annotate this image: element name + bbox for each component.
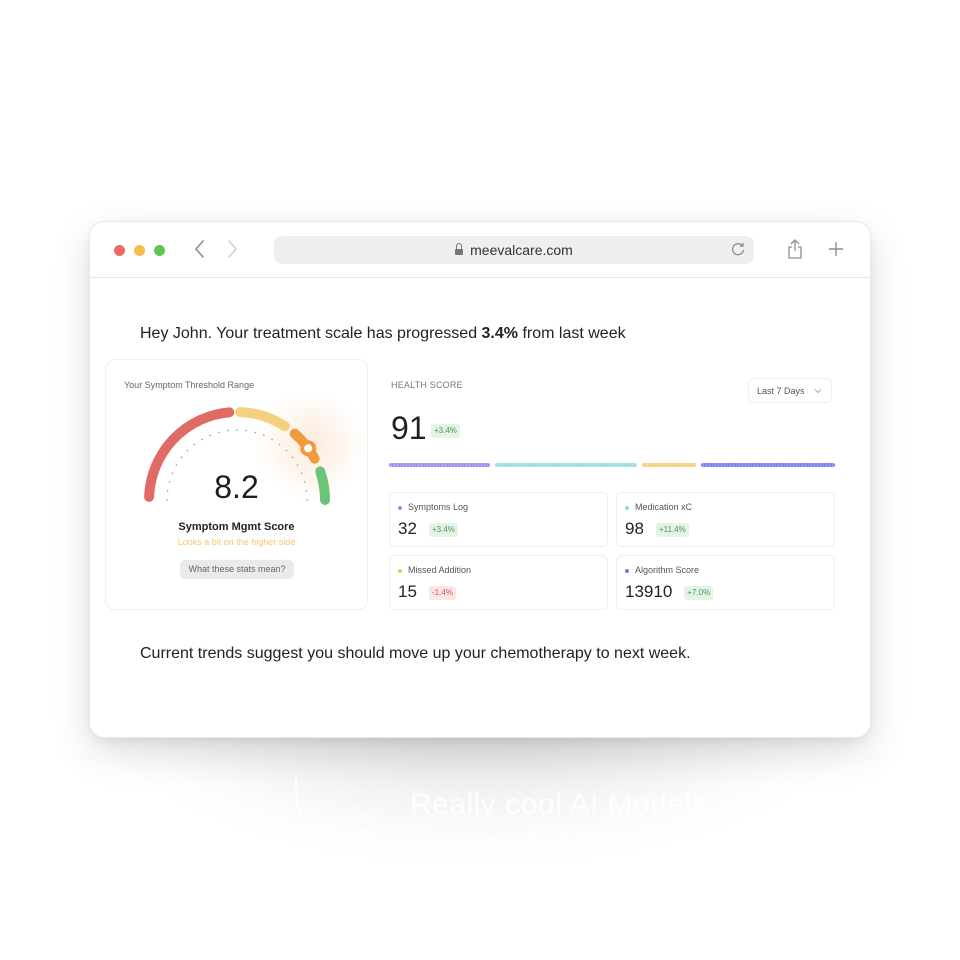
gauge-tick-dot	[227, 429, 229, 432]
gauge-tick-dot	[201, 438, 203, 441]
caption-line-1: Really cool AI Models	[410, 788, 708, 821]
gauge-tick-dot	[186, 449, 189, 452]
forward-icon[interactable]	[226, 239, 238, 263]
date-range-value: Last 7 Days	[757, 386, 805, 396]
gauge-tick-dot	[285, 449, 288, 452]
caption-line-2: working behind the scenes.	[410, 828, 787, 861]
gauge-segment-yellow	[235, 407, 290, 432]
gauge-tick-dot	[296, 464, 299, 466]
health-score-title: HEALTH SCORE	[391, 380, 463, 390]
maximize-window-button[interactable]	[154, 245, 165, 256]
metric-change-badge: +7.0%	[684, 586, 714, 600]
new-tab-icon[interactable]	[828, 241, 844, 262]
symptom-threshold-card: Your Symptom Threshold Range 8.2 Symptom…	[105, 359, 368, 610]
gauge-tick-dot	[193, 443, 196, 446]
metric-value: 13910	[625, 582, 673, 601]
greeting-suffix: from last week	[518, 325, 626, 342]
legend-dot	[398, 569, 402, 573]
gauge-tick-dot	[254, 431, 256, 434]
browser-window: meevalcare.com Hey John. Your treatment …	[90, 222, 870, 737]
stats-explanation-button[interactable]: What these stats mean?	[180, 560, 294, 579]
greeting-highlight: 3.4%	[481, 325, 518, 342]
share-icon[interactable]	[787, 238, 803, 265]
greeting-prefix: Hey John. Your treatment scale has progr…	[140, 325, 482, 342]
gauge-indicator-center	[304, 444, 313, 453]
gauge-tick-dot	[209, 434, 211, 437]
marketing-caption: Really cool AI Models working behind the…	[410, 785, 787, 865]
curved-arrow-icon	[295, 773, 379, 855]
chevron-down-icon	[814, 379, 822, 404]
date-range-dropdown[interactable]: Last 7 Days	[748, 378, 832, 403]
reload-icon[interactable]	[730, 241, 746, 260]
gauge-tick-dot	[175, 464, 178, 466]
symptom-score-label: Symptom Mgmt Score	[178, 521, 295, 533]
score-bar-segment-3	[642, 463, 696, 467]
metric-card-medication[interactable]: Medication xC 98 +11.4%	[616, 492, 835, 547]
gauge-tick-dot	[278, 443, 281, 446]
metric-change-badge: +3.4%	[428, 523, 458, 537]
health-score-change-badge: +3.4%	[431, 424, 460, 438]
metric-card-missed-addition[interactable]: Missed Addition 15 -1.4%	[389, 555, 608, 610]
recommendation-text: Current trends suggest you should move u…	[140, 645, 691, 662]
gauge-tick-dot	[291, 456, 294, 459]
legend-dot	[398, 506, 402, 510]
metric-value: 98	[625, 519, 644, 538]
url-text: meevalcare.com	[470, 242, 573, 258]
close-window-button[interactable]	[114, 245, 125, 256]
metric-value: 15	[398, 582, 417, 601]
gauge-tick-dot	[245, 429, 247, 432]
minimize-window-button[interactable]	[134, 245, 145, 256]
gauge-tick-dot	[263, 434, 265, 437]
address-bar[interactable]: meevalcare.com	[274, 236, 754, 264]
gauge-tick-dot	[236, 429, 238, 431]
greeting-text: Hey John. Your treatment scale has progr…	[140, 325, 626, 343]
symptom-score-value: 8.2	[214, 469, 259, 505]
legend-dot	[625, 506, 629, 510]
browser-toolbar: meevalcare.com	[90, 222, 870, 278]
gauge-tick-dot	[218, 431, 220, 434]
metric-change-badge: +11.4%	[655, 523, 689, 537]
metric-label: Algorithm Score	[635, 565, 700, 575]
metric-card-symptoms-log[interactable]: Symptoms Log 32 +3.4%	[389, 492, 608, 547]
gauge-tick-dot	[180, 456, 183, 459]
score-bar-segment-1	[389, 463, 490, 467]
metric-label: Symptoms Log	[408, 502, 469, 512]
metric-card-algorithm-score[interactable]: Algorithm Score 13910 +7.0%	[616, 555, 835, 610]
metric-change-badge: -1.4%	[428, 586, 456, 600]
metric-value: 32	[398, 519, 417, 538]
legend-dot	[625, 569, 629, 573]
health-score-value: 91	[391, 410, 427, 446]
score-bar-segment-4	[701, 463, 835, 467]
score-bar-segment-2	[495, 463, 637, 467]
back-icon[interactable]	[194, 239, 206, 263]
metric-label: Medication xC	[635, 502, 693, 512]
gauge-tick-dot	[271, 438, 273, 441]
metric-label: Missed Addition	[408, 565, 472, 575]
lock-icon	[455, 243, 464, 255]
symptom-score-note: Looks a bit on the higher side	[177, 537, 296, 547]
